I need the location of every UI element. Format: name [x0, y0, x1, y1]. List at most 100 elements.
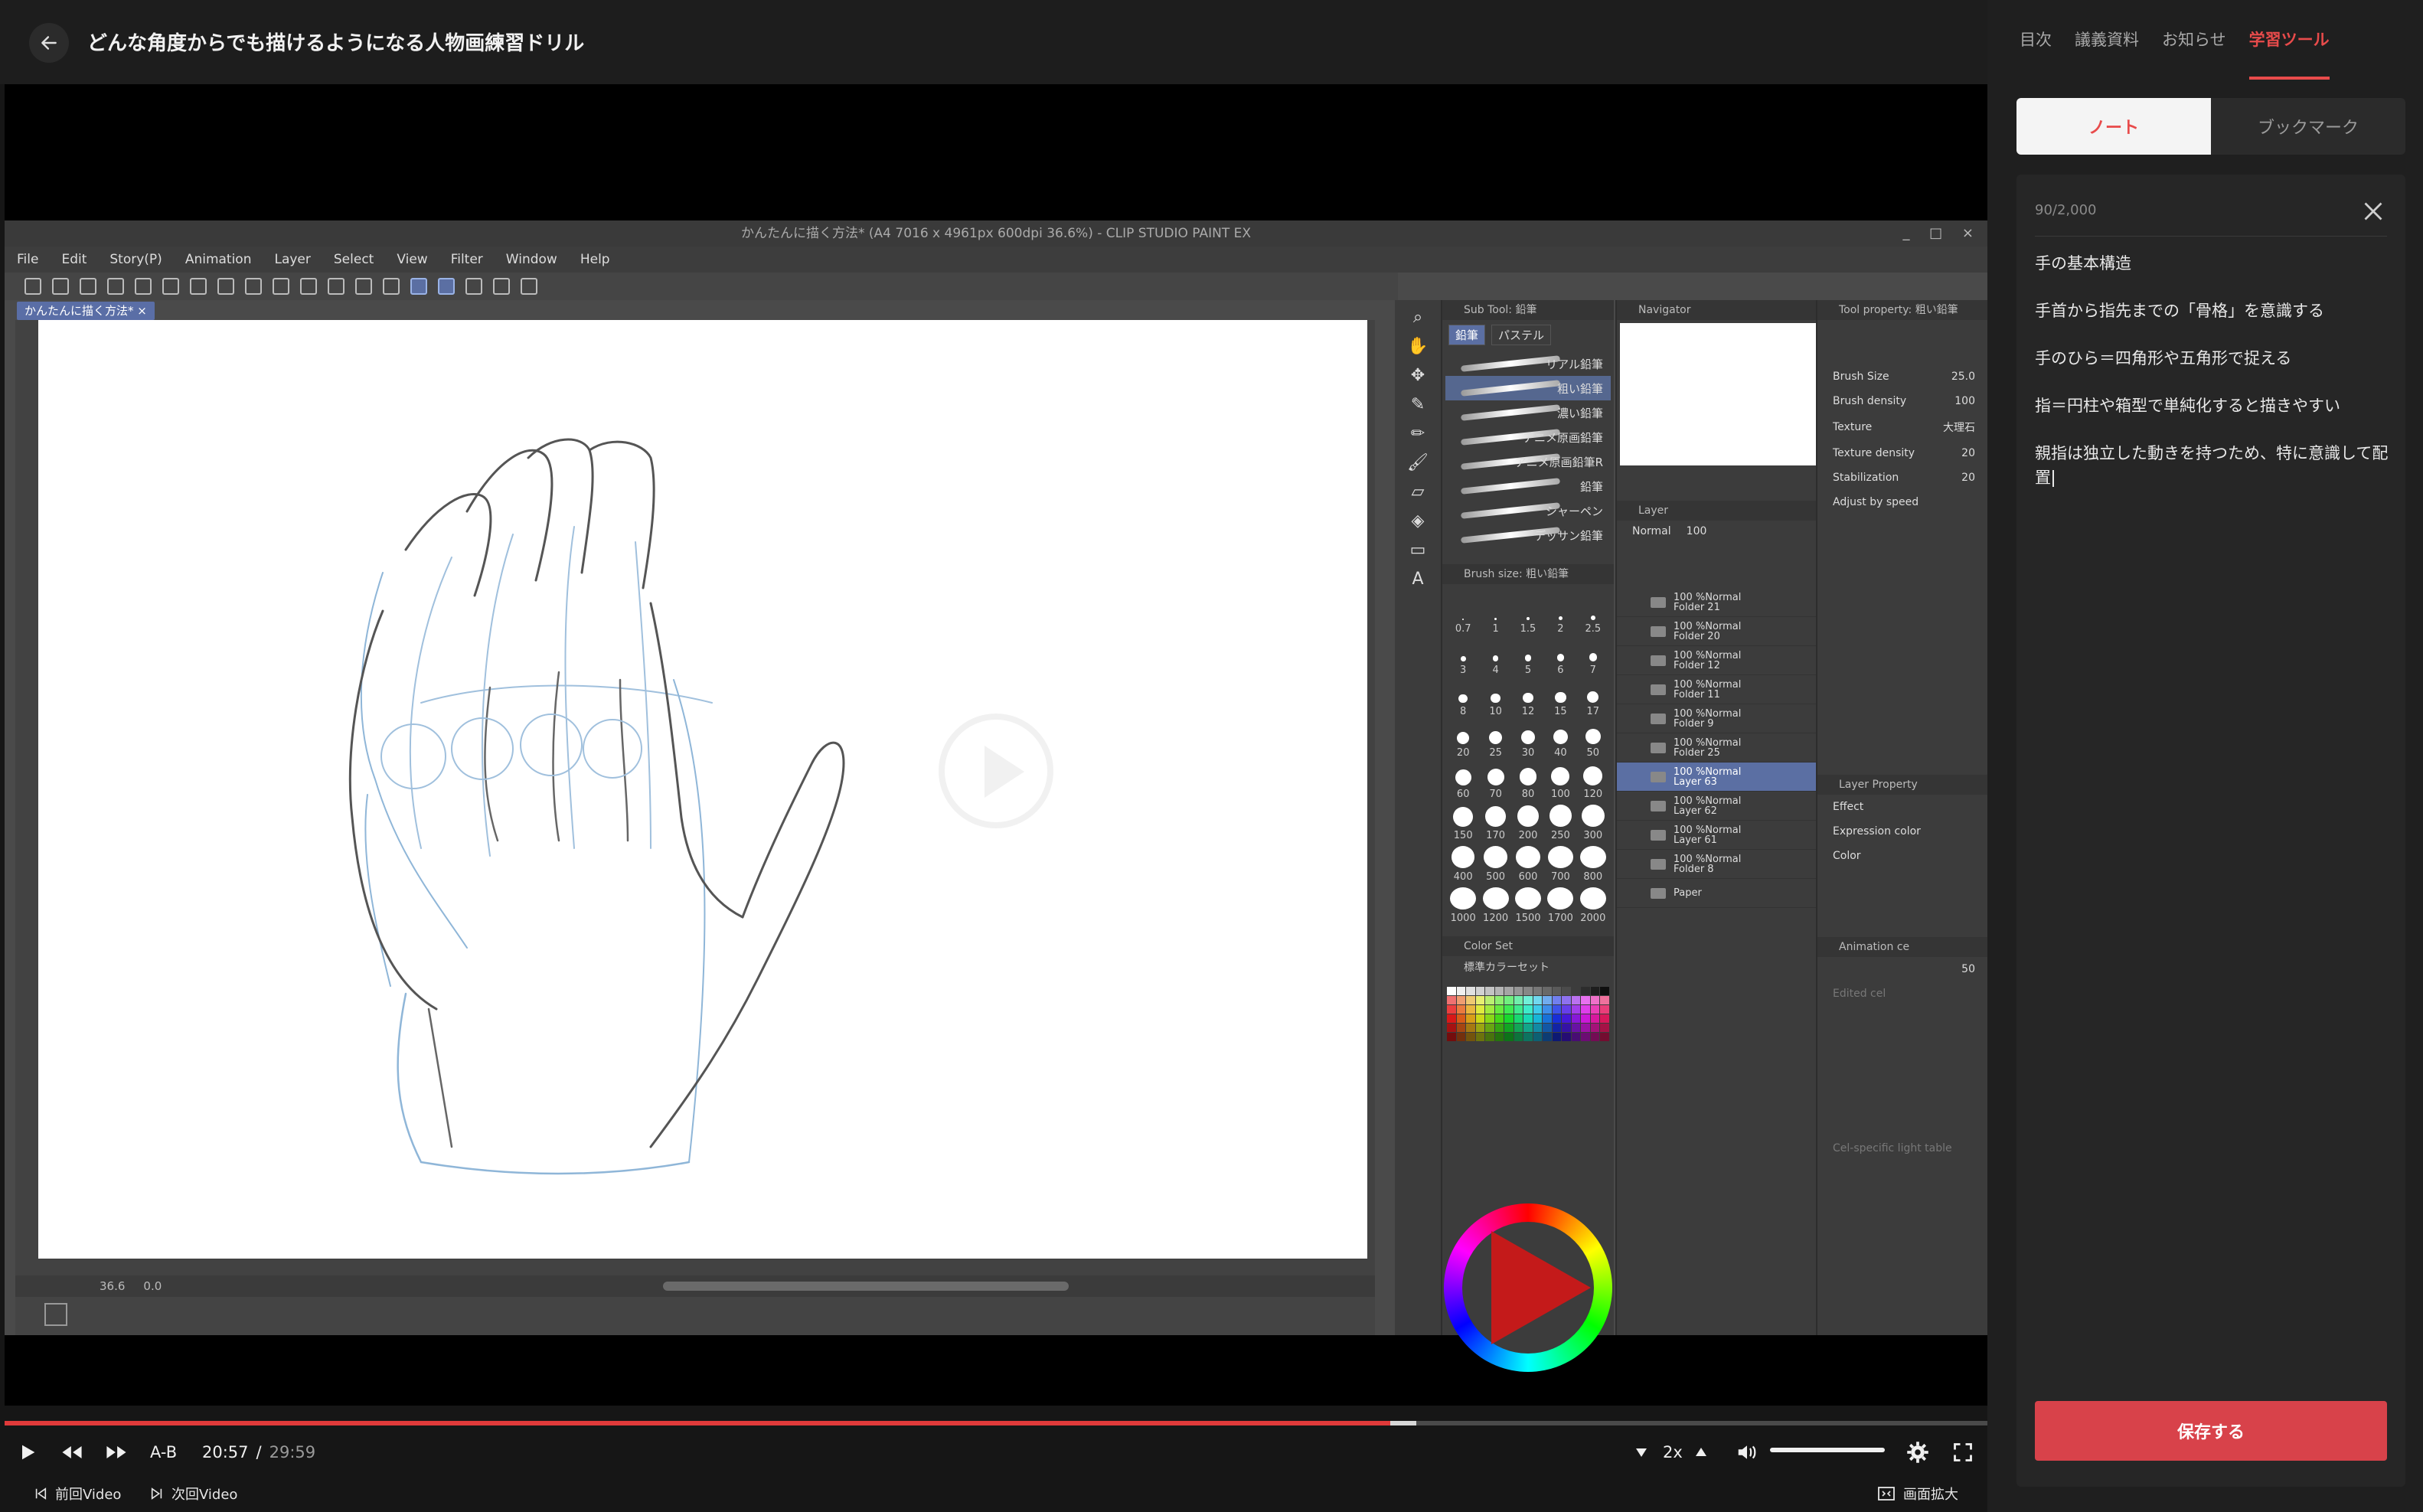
brush-size-option: 30 — [1512, 722, 1544, 759]
folder-icon — [1651, 713, 1666, 724]
brush-size-option: 1200 — [1479, 887, 1511, 924]
color-swatch — [1543, 1014, 1552, 1023]
layer-list: 100 %Normal Folder 21 100 %Normal Folder 20… — [1617, 588, 1816, 908]
color-swatch — [1494, 987, 1504, 995]
color-swatch — [1562, 996, 1571, 1004]
brush-size-option: 600 — [1512, 846, 1544, 883]
color-set-name: 標準カラーセット — [1464, 962, 1549, 974]
brush-size-option: 80 — [1512, 763, 1544, 800]
rewind-button[interactable] — [60, 1433, 84, 1471]
subtool-tabs: 鉛筆 パステル — [1442, 320, 1614, 350]
bookmark-tab-button[interactable]: ブックマーク — [2211, 98, 2405, 155]
color-swatch — [1466, 1033, 1475, 1041]
brush-size-option: 250 — [1544, 805, 1576, 841]
volume-icon — [1738, 1445, 1756, 1459]
color-swatch — [1590, 1033, 1600, 1041]
play-overlay-icon[interactable] — [939, 714, 1053, 828]
eraser-tool-icon: ▱ — [1411, 482, 1425, 501]
toolbar-icon — [52, 278, 69, 295]
gear-icon — [1907, 1442, 1928, 1463]
note-line: 手の基本構造 — [2035, 254, 2131, 273]
volume-slider[interactable] — [1770, 1448, 1885, 1452]
volume-button[interactable] — [1735, 1433, 1759, 1471]
color-wheel — [1444, 1203, 1612, 1372]
play-button[interactable] — [17, 1433, 38, 1471]
video-player[interactable]: かんたんに描く方法* (A4 7016 x 4961px 600dpi 36.6… — [5, 84, 1987, 1406]
prop-brush-size: Brush Size 25.0 — [1833, 371, 1975, 383]
color-swatch — [1447, 987, 1456, 995]
brush-item: アニメ原画鉛筆R — [1445, 449, 1611, 474]
color-swatch — [1562, 1005, 1571, 1014]
toolbar-icon — [190, 278, 207, 295]
color-swatch — [1571, 987, 1581, 995]
brush-size-option: 60 — [1447, 763, 1479, 800]
color-swatch — [1475, 1033, 1485, 1041]
canvas-paper — [38, 320, 1367, 1259]
color-swatch — [1447, 1005, 1456, 1014]
tool-property-header: Tool property: 粗い鉛筆 — [1817, 300, 1987, 320]
menu-view: View — [397, 252, 428, 267]
menu-story: Story(P) — [109, 252, 162, 267]
toolbar-icon — [273, 278, 289, 295]
expand-screen-button[interactable]: 画面拡大 — [1877, 1484, 1958, 1504]
canvas-scrollbar — [663, 1282, 1069, 1291]
brush-size-option: 40 — [1544, 722, 1576, 759]
save-button[interactable]: 保存する — [2035, 1401, 2387, 1461]
layer-row: 100 %Normal Folder 25 — [1617, 733, 1816, 763]
brush-size-grid: 0.7 1 1.5 2 2.5 3 4 5 6 7 8 10 12 15 17 20 25 30 40 50 60 70 8… — [1442, 584, 1614, 924]
subtool-header: Sub Tool: 鉛筆 — [1442, 300, 1614, 320]
brush-size-option: 100 — [1544, 763, 1576, 800]
color-swatch — [1562, 987, 1571, 995]
speed-down-button[interactable] — [1634, 1433, 1649, 1471]
skip-next-icon — [151, 1488, 162, 1500]
color-swatch — [1562, 1033, 1571, 1041]
brush-size-option: 400 — [1447, 846, 1479, 883]
fast-forward-button[interactable] — [104, 1433, 129, 1471]
color-swatch — [1533, 996, 1543, 1004]
brush-size-option: 50 — [1577, 722, 1609, 759]
layer-opacity: 100 — [1686, 525, 1707, 537]
brush-item: 粗い鉛筆 — [1445, 376, 1611, 400]
brush-size-option: 800 — [1577, 846, 1609, 883]
speed-up-button[interactable] — [1693, 1433, 1709, 1471]
color-swatch — [1543, 1005, 1552, 1014]
note-divider — [2035, 236, 2387, 237]
ab-repeat-button[interactable]: A-B — [150, 1433, 177, 1471]
color-swatch — [1600, 987, 1609, 995]
color-swatch — [1514, 1024, 1523, 1032]
note-tab-button[interactable]: ノート — [2016, 98, 2211, 155]
tab-notices[interactable]: お知らせ — [2162, 0, 2226, 80]
color-swatch — [1533, 1033, 1543, 1041]
next-video-button[interactable]: 次回Video — [150, 1484, 237, 1504]
color-swatch — [1485, 1024, 1494, 1032]
tab-contents[interactable]: 目次 — [2020, 0, 2052, 80]
brush-size-option: 25 — [1479, 722, 1511, 759]
layer-icon — [1651, 771, 1666, 782]
brush-size-option: 1500 — [1512, 887, 1544, 924]
fullscreen-button[interactable] — [1952, 1433, 1974, 1471]
back-button[interactable] — [29, 23, 69, 63]
color-swatch — [1523, 1014, 1533, 1023]
tab-learning-tools[interactable]: 学習ツール — [2248, 0, 2330, 80]
color-swatch — [1581, 996, 1590, 1004]
tab-materials[interactable]: 議義資料 — [2075, 0, 2139, 80]
layer-row: 100 %Normal Folder 20 — [1617, 617, 1816, 646]
note-textarea[interactable]: 手の基本構造 手首から指先までの「骨格」を意識する 手のひら＝四角形や五角形で捉… — [2035, 251, 2395, 513]
color-swatch — [1456, 1024, 1466, 1032]
color-swatch — [1523, 1005, 1533, 1014]
settings-button[interactable] — [1906, 1433, 1929, 1471]
subtool-tab-pencil: 鉛筆 — [1448, 325, 1486, 345]
color-swatch — [1581, 1024, 1590, 1032]
progress-bar[interactable] — [5, 1421, 1987, 1425]
color-swatch — [1466, 996, 1475, 1004]
prev-video-button[interactable]: 前回Video — [34, 1484, 121, 1504]
note-editor[interactable]: 90/2,000 手の基本構造 手首から指先までの「骨格」を意識する 手のひら＝… — [2016, 175, 2405, 1487]
clear-note-button[interactable] — [2359, 198, 2387, 225]
color-swatch — [1571, 1033, 1581, 1041]
toolbar-icon — [438, 278, 455, 295]
color-swatch — [1590, 1024, 1600, 1032]
player-controls: A-B 20:57 / 29:59 2x — [0, 1433, 1987, 1471]
prop-effect: Effect — [1833, 801, 1864, 813]
brush-item: シャーペン — [1445, 498, 1611, 523]
menu-filter: Filter — [450, 252, 483, 267]
